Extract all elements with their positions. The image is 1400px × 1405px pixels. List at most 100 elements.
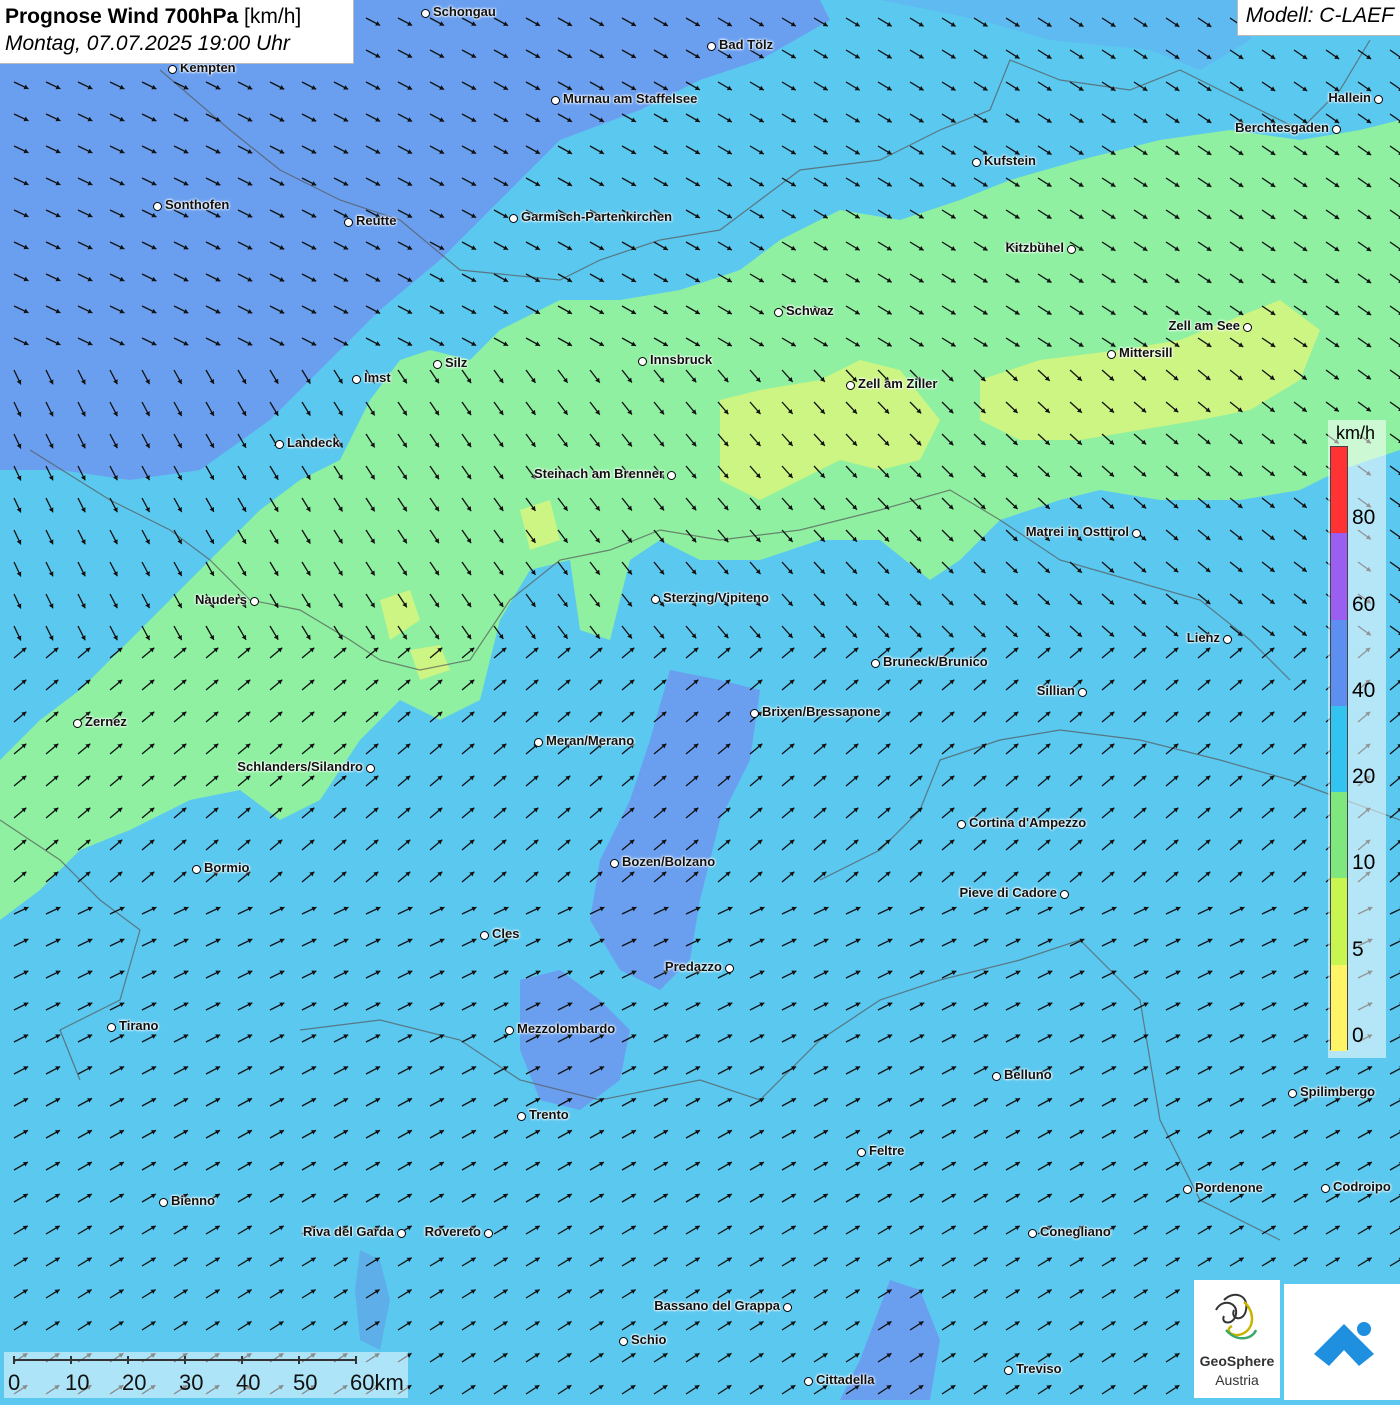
city-marker [352,375,361,384]
city-label: Silz [445,355,468,370]
city-marker [153,202,162,211]
city-marker [250,597,259,606]
city-marker [783,1303,792,1312]
scale-label: 60km [350,1370,404,1395]
legend-swatch [1331,964,1347,1051]
city-marker [73,719,82,728]
city-marker [509,214,518,223]
city-marker [1374,95,1383,104]
city-marker [505,1026,514,1035]
city-label: Mittersill [1119,345,1173,360]
city-label: Schlanders/Silandro [237,759,363,774]
city-marker [366,764,375,773]
city-label: Trento [529,1107,569,1122]
city-marker [1321,1184,1330,1193]
city-marker [957,820,966,829]
city-marker [344,218,353,227]
city-label: Kufstein [984,153,1036,168]
legend-bar [1330,446,1348,1051]
city-label: Garmisch-Partenkirchen [521,209,673,224]
city-label: Pordenone [1195,1180,1263,1195]
city-marker [1183,1185,1192,1194]
legend-swatch [1331,878,1347,965]
map-subtitle: Montag, 07.07.2025 19:00 Uhr [5,32,290,55]
city-marker [725,964,734,973]
city-label: Bad Tölz [719,37,774,52]
scale-bar: 0 10 20 30 40 50 60km [4,1352,408,1398]
city-label: Conegliano [1040,1224,1111,1239]
city-marker [1332,125,1341,134]
city-label: Riva del Garda [302,1224,394,1239]
city-marker [857,1148,866,1157]
city-marker [651,595,660,604]
city-marker [517,1112,526,1121]
scale-label: 40 [236,1370,261,1395]
city-marker [1132,529,1141,538]
city-label: Zernez [85,714,127,729]
legend-swatch [1331,705,1347,793]
scale-label: 30 [179,1370,204,1395]
city-marker [397,1229,406,1238]
city-label: Feltre [869,1143,905,1158]
city-label: Cles [492,926,520,941]
legend-label: 10 [1352,851,1376,875]
city-marker [275,440,284,449]
city-label: Schongau [433,4,496,19]
city-label: Bormio [204,860,250,875]
legend-swatch [1331,619,1347,706]
city-marker [107,1023,116,1032]
city-marker [1067,245,1076,254]
city-label: Bassano del Grappa [654,1298,780,1313]
city-label: Tirano [119,1018,159,1033]
city-marker [1107,350,1116,359]
city-marker [750,709,759,718]
city-marker [484,1229,493,1238]
city-marker [1028,1229,1037,1238]
city-label: Pieve di Cadore [959,885,1057,900]
city-marker [804,1377,813,1386]
legend-swatch [1331,447,1347,534]
legend-label: 5 [1352,937,1364,961]
city-marker [667,471,676,480]
city-label: Cittadella [816,1372,875,1387]
city-label: Landeck [287,435,340,450]
city-label: Imst [364,370,391,385]
city-marker [1060,890,1069,899]
scale-label: 50 [293,1370,318,1395]
city-label: Steinach am Brenner [533,466,664,481]
map-title: Prognose Wind 700hPa [km/h] [5,3,353,30]
map-title-unit: [km/h] [238,5,302,28]
city-label: Zell am See [1168,318,1240,333]
city-marker [610,859,619,868]
city-marker [421,9,430,18]
scale-label: 20 [122,1370,147,1395]
city-marker [638,357,647,366]
city-label: Murnau am Staffelsee [563,91,698,106]
city-label: Belluno [1004,1067,1052,1082]
city-marker [972,158,981,167]
geosphere-swirl-icon [1215,1293,1258,1340]
map-title-box: Prognose Wind 700hPa [km/h] Montag, 07.0… [0,0,354,64]
city-label: Hallein [1328,90,1371,105]
city-marker [159,1198,168,1207]
scale-label: 10 [65,1370,90,1395]
city-label: Brixen/Bressanone [762,704,881,719]
legend-label: 20 [1352,765,1376,789]
legend-label: 80 [1352,506,1376,530]
city-marker [480,931,489,940]
city-marker [551,96,560,105]
city-label: Meran/Merano [546,733,635,748]
color-legend: km/h 80 60 40 20 10 5 0 [1328,420,1386,1058]
legend-label: 40 [1352,678,1376,702]
city-marker [846,381,855,390]
legend-swatch [1331,792,1347,879]
city-label: Berchtesgaden [1235,120,1329,135]
legend-swatch [1331,533,1347,620]
map-title-bold: Prognose Wind 700hPa [5,5,239,28]
city-label: Reutte [356,213,397,228]
city-label: Zell am Ziller [858,376,938,391]
city-marker [1243,323,1252,332]
city-label: Bruneck/Brunico [883,654,988,669]
geosphere-logo-subtext: Austria [1215,1372,1259,1388]
city-label: Schwaz [786,303,834,318]
